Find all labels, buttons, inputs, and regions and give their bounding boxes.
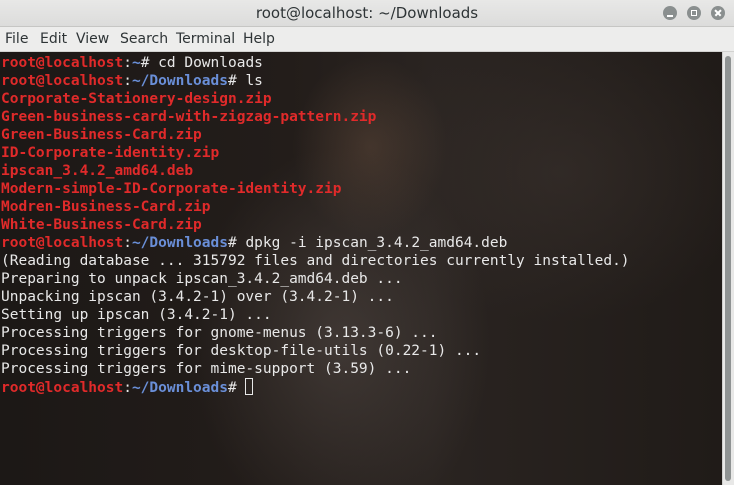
output-text: Setting up ipscan (3.4.2-1) ...: [1, 307, 272, 323]
text-cursor: [245, 378, 254, 395]
file-list-item: Modern-simple-ID-Corporate-identity.zip: [1, 180, 341, 198]
output-text: (Reading database ... 315792 files and d…: [1, 253, 630, 269]
command-text: ls: [245, 73, 263, 89]
file-list-item: Corporate-Stationery-design.zip: [1, 90, 272, 108]
maximize-icon[interactable]: [687, 6, 701, 20]
prompt-line: root@localhost:~# cd Downloads: [1, 54, 263, 72]
file-list-item: Green-Business-Card.zip: [1, 126, 202, 144]
prompt-user-host: root@localhost: [1, 380, 124, 396]
output-line: Processing triggers for mime-support (3.…: [1, 360, 411, 378]
file-name: Corporate-Stationery-design.zip: [1, 91, 272, 107]
prompt-user-host: root@localhost: [1, 73, 124, 89]
prompt-symbol: #: [227, 235, 246, 251]
prompt-colon: :: [123, 235, 132, 251]
prompt-symbol: #: [140, 55, 159, 71]
prompt-line: root@localhost:~/Downloads# dpkg -i ipsc…: [1, 234, 507, 252]
output-text: Preparing to unpack ipscan_3.4.2_amd64.d…: [1, 271, 403, 287]
prompt-path: ~/Downloads: [131, 380, 228, 396]
prompt-path: ~/Downloads: [131, 73, 228, 89]
output-line: Processing triggers for desktop-file-uti…: [1, 342, 481, 360]
file-list-item: Modren-Business-Card.zip: [1, 198, 211, 216]
file-name: Modern-simple-ID-Corporate-identity.zip: [1, 181, 342, 197]
file-list-item: Green-business-card-with-zigzag-pattern.…: [1, 108, 376, 126]
prompt-user-host: root@localhost: [1, 55, 124, 71]
output-line: Setting up ipscan (3.4.2-1) ...: [1, 306, 272, 324]
file-name: ipscan_3.4.2_amd64.deb: [1, 163, 194, 179]
prompt-colon: :: [123, 73, 132, 89]
prompt-line: root@localhost:~/Downloads#: [1, 378, 254, 396]
command-text: cd Downloads: [158, 55, 263, 71]
prompt-symbol: #: [227, 73, 246, 89]
output-text: Processing triggers for mime-support (3.…: [1, 361, 412, 377]
file-list-item: White-Business-Card.zip: [1, 216, 202, 234]
menu-terminal[interactable]: Terminal: [176, 31, 235, 47]
scrollbar-thumb[interactable]: [725, 56, 731, 481]
menu-view[interactable]: View: [76, 31, 109, 47]
prompt-symbol: #: [227, 380, 246, 396]
terminal-window: root@localhost: ~/Downloads File Edit Vi…: [0, 0, 734, 485]
prompt-line: root@localhost:~/Downloads# ls: [1, 72, 263, 90]
prompt-colon: :: [123, 55, 132, 71]
window-title: root@localhost: ~/Downloads: [255, 4, 479, 22]
title-bar[interactable]: root@localhost: ~/Downloads: [0, 0, 734, 27]
file-name: ID-Corporate-identity.zip: [1, 145, 220, 161]
vertical-scrollbar[interactable]: [722, 52, 734, 485]
prompt-user-host: root@localhost: [1, 235, 124, 251]
output-line: Unpacking ipscan (3.4.2-1) over (3.4.2-1…: [1, 288, 394, 306]
prompt-path: ~: [131, 55, 141, 71]
prompt-path: ~/Downloads: [131, 235, 228, 251]
output-text: Processing triggers for gnome-menus (3.1…: [1, 325, 438, 341]
file-name: Green-Business-Card.zip: [1, 127, 202, 143]
output-line: Processing triggers for gnome-menus (3.1…: [1, 324, 438, 342]
command-text: dpkg -i ipscan_3.4.2_amd64.deb: [245, 235, 508, 251]
file-name: White-Business-Card.zip: [1, 217, 202, 233]
file-name: Green-business-card-with-zigzag-pattern.…: [1, 109, 377, 125]
close-icon[interactable]: [711, 6, 725, 20]
menu-help[interactable]: Help: [243, 31, 275, 47]
menu-edit[interactable]: Edit: [40, 31, 67, 47]
menu-file[interactable]: File: [5, 31, 28, 47]
output-text: Unpacking ipscan (3.4.2-1) over (3.4.2-1…: [1, 289, 394, 305]
file-list-item: ID-Corporate-identity.zip: [1, 144, 219, 162]
terminal-output[interactable]: root@localhost:~# cd Downloads root@local…: [0, 52, 722, 485]
file-list-item: ipscan_3.4.2_amd64.deb: [1, 162, 193, 180]
file-name: Modren-Business-Card.zip: [1, 199, 211, 215]
output-line: Preparing to unpack ipscan_3.4.2_amd64.d…: [1, 270, 403, 288]
minimize-icon[interactable]: [663, 6, 677, 20]
menu-bar: File Edit View Search Terminal Help: [0, 27, 734, 52]
output-line: (Reading database ... 315792 files and d…: [1, 252, 630, 270]
menu-search[interactable]: Search: [120, 31, 168, 47]
prompt-colon: :: [123, 380, 132, 396]
output-text: Processing triggers for desktop-file-uti…: [1, 343, 482, 359]
